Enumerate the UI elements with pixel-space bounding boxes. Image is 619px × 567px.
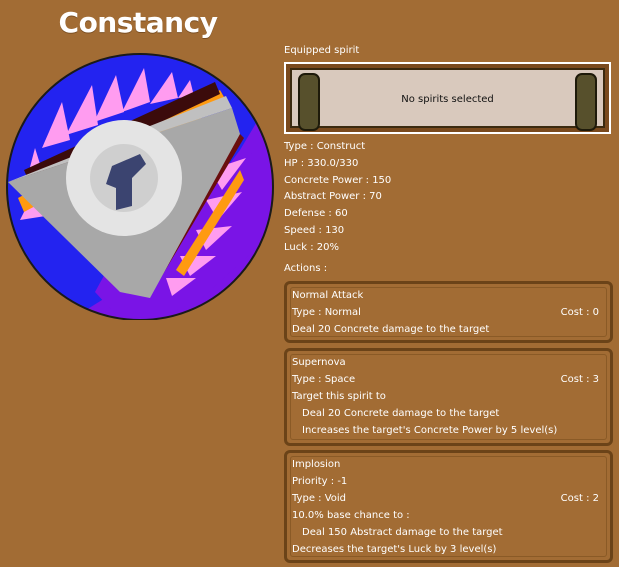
actions-label: Actions : xyxy=(284,263,328,274)
action-card-supernova[interactable]: Supernova Type : Space Cost : 3 Target t… xyxy=(284,348,613,446)
stats-list: Type : Construct HP : 330.0/330 Concrete… xyxy=(284,139,391,257)
action-effect: Decreases the target's Luck by 3 level(s… xyxy=(292,544,497,555)
action-cost: Cost : 3 xyxy=(560,374,599,385)
stat-speed: Speed : 130 xyxy=(284,224,345,236)
action-type: Type : Void Cost : 2 xyxy=(292,492,605,506)
action-cost: Cost : 2 xyxy=(560,493,599,504)
action-type-text: Type : Normal xyxy=(292,307,361,318)
action-description: Deal 20 Concrete damage to the target xyxy=(292,324,490,335)
equipped-spirit-label: Equipped spirit xyxy=(284,45,360,56)
action-chance: 10.0% base chance to : xyxy=(292,510,410,521)
action-type-text: Type : Space xyxy=(292,374,356,385)
stat-concrete-power: Concrete Power : 150 xyxy=(284,174,392,186)
no-spirits-text: No spirits selected xyxy=(401,94,494,105)
action-type-text: Type : Void xyxy=(292,493,347,504)
action-priority: Priority : -1 xyxy=(292,476,348,487)
action-card-normal-attack[interactable]: Normal Attack Type : Normal Cost : 0 Dea… xyxy=(284,281,613,343)
spirit-scroll-panel: No spirits selected xyxy=(290,68,605,131)
action-card-implosion[interactable]: Implosion Priority : -1 Type : Void Cost… xyxy=(284,450,613,563)
stat-hp: HP : 330.0/330 xyxy=(284,157,359,169)
action-cost: Cost : 0 xyxy=(560,307,599,318)
spirit-portrait xyxy=(6,53,274,320)
action-type: Type : Space Cost : 3 xyxy=(292,373,605,387)
stat-abstract-power: Abstract Power : 70 xyxy=(284,191,382,203)
action-effect: Increases the target's Concrete Power by… xyxy=(302,425,558,436)
action-name: Supernova xyxy=(292,357,346,368)
action-name: Normal Attack xyxy=(292,290,364,301)
action-effect: Deal 20 Concrete damage to the target xyxy=(302,408,500,419)
stat-type: Type : Construct xyxy=(284,141,366,152)
action-name: Implosion xyxy=(292,459,341,470)
equipped-spirit-slot[interactable]: No spirits selected xyxy=(284,62,611,134)
action-type: Type : Normal Cost : 0 xyxy=(292,306,605,320)
stat-defense: Defense : 60 xyxy=(284,208,348,220)
action-target: Target this spirit to xyxy=(292,391,386,402)
stat-luck: Luck : 20% xyxy=(284,241,339,253)
action-effect: Deal 150 Abstract damage to the target xyxy=(302,527,503,538)
